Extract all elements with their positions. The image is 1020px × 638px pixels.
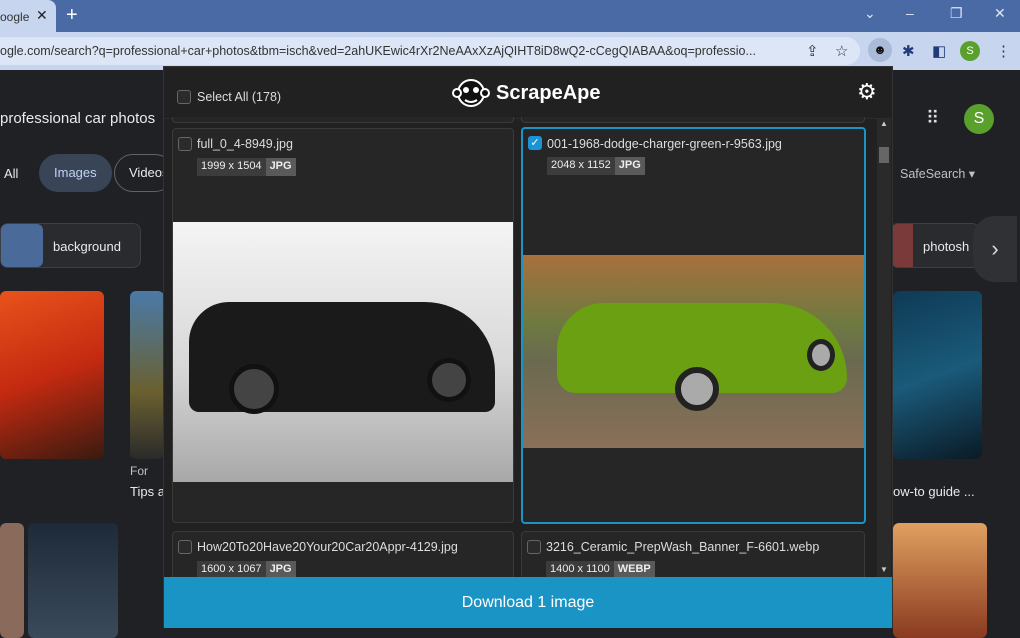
popup-header: Select All (178) ScrapeApe ⚙ — [164, 67, 892, 119]
image-filename: How20To20Have20Your20Car20Appr-4129.jpg — [197, 540, 458, 554]
result-thumbnail[interactable] — [893, 291, 982, 459]
result-source: For — [130, 464, 148, 478]
minimize-icon[interactable]: – — [906, 5, 914, 21]
image-meta: 1999 x 1504 JPG — [197, 158, 296, 176]
restore-icon[interactable]: ❐ — [950, 5, 963, 22]
result-thumbnail[interactable] — [130, 291, 164, 459]
scrapeape-extension-icon[interactable]: ☻ — [868, 38, 892, 62]
profile-avatar[interactable]: S — [960, 41, 980, 61]
menu-kebab-icon[interactable]: ⋮ — [996, 42, 1011, 60]
apps-grid-icon[interactable]: ⠿ — [926, 108, 939, 129]
share-icon[interactable]: ⇪ — [806, 42, 819, 60]
side-panel-icon[interactable]: ◧ — [932, 42, 946, 60]
result-thumbnail[interactable] — [28, 523, 118, 638]
select-all-checkbox[interactable]: Select All (178) — [177, 90, 281, 104]
image-dimensions: 2048 x 1152 — [547, 157, 615, 175]
result-thumbnail[interactable] — [0, 523, 24, 638]
image-checkbox[interactable] — [178, 540, 192, 554]
related-chip-photoshop[interactable]: photosh — [890, 223, 980, 268]
image-format-badge: JPG — [614, 157, 645, 175]
image-checkbox-checked[interactable]: ✓ — [528, 136, 542, 150]
image-dimensions: 1999 x 1504 — [197, 158, 266, 176]
bookmark-star-icon[interactable]: ☆ — [835, 42, 848, 60]
close-tab-icon[interactable]: ✕ — [36, 7, 48, 24]
image-preview — [523, 255, 864, 448]
image-filename: 001-1968-dodge-charger-green-r-9563.jpg — [547, 137, 782, 151]
chips-next-icon[interactable]: › — [973, 216, 1017, 282]
scrollbar[interactable]: ▲ ▼ — [877, 119, 891, 577]
ape-logo-icon — [452, 79, 490, 107]
chip-label: photosh — [923, 239, 970, 254]
image-card-selected[interactable]: ✓ 001-1968-dodge-charger-green-r-9563.jp… — [521, 127, 866, 524]
checkbox[interactable] — [177, 90, 191, 104]
brand-logo: ScrapeApe — [452, 75, 601, 111]
brand-name: ScrapeApe — [496, 81, 601, 104]
tab-all[interactable]: All — [4, 166, 18, 181]
result-thumbnail[interactable] — [893, 523, 987, 638]
result-title[interactable]: ow-to guide ... — [893, 484, 975, 499]
image-checkbox[interactable] — [178, 137, 192, 151]
result-title[interactable]: Tips a — [130, 484, 165, 499]
download-button[interactable]: Download 1 image — [164, 577, 892, 628]
new-tab-button[interactable]: + — [66, 4, 78, 27]
image-preview — [173, 222, 513, 482]
scroll-down-icon[interactable]: ▼ — [880, 565, 888, 574]
safesearch-button[interactable]: SafeSearch ▾ — [900, 166, 975, 181]
previous-card-edge — [172, 117, 514, 123]
scroll-up-icon[interactable]: ▲ — [880, 119, 888, 128]
tab-search-icon[interactable]: ⌄ — [864, 5, 876, 22]
search-query[interactable]: professional car photos — [0, 110, 155, 127]
close-window-icon[interactable]: ✕ — [994, 5, 1006, 22]
tab-images[interactable]: Images — [39, 154, 112, 192]
image-checkbox[interactable] — [527, 540, 541, 554]
safesearch-label: SafeSearch — [900, 167, 966, 181]
image-meta: 2048 x 1152 JPG — [547, 157, 645, 175]
address-bar[interactable]: ogle.com/search?q=professional+car+photo… — [0, 37, 860, 65]
image-format-badge: JPG — [265, 158, 296, 176]
select-all-label: Select All (178) — [197, 90, 282, 104]
tab-title: oogle — [0, 10, 30, 24]
previous-card-edge — [521, 117, 865, 123]
google-avatar[interactable]: S — [964, 104, 994, 134]
settings-gear-icon[interactable]: ⚙ — [857, 79, 877, 105]
scrapeape-popup: Select All (178) ScrapeApe ⚙ full_0_4-89… — [163, 66, 893, 628]
chip-label: background — [53, 239, 121, 254]
result-thumbnail[interactable] — [0, 291, 104, 459]
scrollbar-thumb[interactable] — [879, 147, 889, 163]
image-card[interactable]: full_0_4-8949.jpg 1999 x 1504 JPG — [172, 128, 514, 523]
related-chip-background[interactable]: background — [0, 223, 141, 268]
extensions-puzzle-icon[interactable]: ✱ — [902, 42, 915, 60]
image-filename: full_0_4-8949.jpg — [197, 137, 293, 151]
browser-tab[interactable]: oogle ✕ — [0, 0, 56, 32]
image-filename: 3216_Ceramic_PrepWash_Banner_F-6601.webp — [546, 540, 820, 554]
